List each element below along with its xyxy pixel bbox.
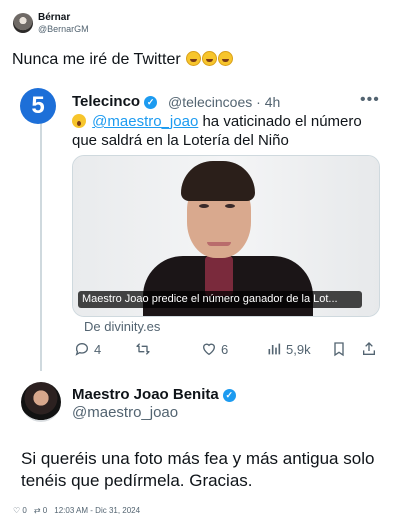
rofl-emoji-icon [202, 51, 218, 66]
photo-eye [225, 204, 235, 208]
quoted-text: @maestro_joao ha vaticinado el número qu… [72, 112, 390, 150]
rofl-emoji-icon [186, 51, 202, 66]
reply-icon [75, 342, 89, 356]
verified-badge-icon: ✓ [222, 389, 236, 402]
astonished-emoji-icon [72, 114, 86, 128]
author-avatar[interactable] [13, 13, 33, 33]
more-options-icon[interactable]: ••• [360, 91, 380, 109]
footer-retweet-count: 0 [42, 506, 48, 515]
reply-author-name[interactable]: Maestro Joao Benita ✓ [72, 386, 236, 403]
retweet-icon [136, 343, 150, 355]
reply-author-name-text: Maestro Joao Benita [72, 386, 219, 403]
views-count: 5,9k [286, 341, 311, 357]
reply-text: Si queréis una foto más fea y más antigu… [21, 449, 375, 490]
reply-action[interactable]: 4 [74, 341, 101, 357]
link-source[interactable]: De divinity.es [84, 319, 160, 334]
footer-retweet[interactable]: ⇄ 0 [34, 506, 47, 515]
views-action[interactable]: 5,9k [266, 341, 311, 357]
media-caption[interactable]: Maestro Joao predice el número ganador d… [78, 291, 362, 308]
post-footer: ♡ 0 ⇄ 0 12:03 AM - Dic 31, 2024 [13, 506, 140, 515]
post-text-body: Nunca me iré de Twitter [12, 51, 181, 68]
footer-timestamp: 12:03 AM - Dic 31, 2024 [54, 506, 141, 515]
like-count: 6 [221, 341, 229, 357]
retweet-action[interactable] [135, 341, 151, 357]
reply-count: 4 [94, 341, 102, 357]
footer-like[interactable]: ♡ 0 [13, 506, 27, 515]
author-name[interactable]: Bérnar [38, 12, 70, 23]
reply-author-handle[interactable]: @maestro_joao [72, 404, 178, 421]
photo-eye [199, 204, 209, 208]
quoted-author-name-text: Telecinco [72, 93, 141, 110]
bookmark-action[interactable] [331, 341, 347, 357]
mention-link[interactable]: @maestro_joao [92, 113, 198, 130]
share-action[interactable] [361, 341, 377, 357]
share-icon [363, 342, 375, 355]
reply-author-avatar[interactable] [21, 382, 61, 422]
bookmark-icon [334, 342, 344, 357]
thread-line [40, 95, 42, 371]
rofl-emoji-icon [218, 51, 234, 66]
like-action[interactable]: 6 [201, 341, 228, 357]
quoted-author-handle[interactable]: @telecincoes · 4h [168, 94, 280, 110]
quoted-author-name[interactable]: Telecinco ✓ [72, 93, 158, 110]
heart-icon [202, 343, 216, 356]
verified-badge-icon: ✓ [144, 96, 158, 109]
telecinco-logo-avatar[interactable]: 5 [20, 88, 56, 124]
photo-mouth [207, 242, 231, 246]
photo-tie [205, 256, 233, 296]
views-chart-icon [268, 343, 281, 355]
footer-like-count: 0 [22, 506, 27, 515]
post-text: Nunca me iré de Twitter [12, 51, 234, 69]
author-handle[interactable]: @BernarGM [38, 24, 89, 34]
